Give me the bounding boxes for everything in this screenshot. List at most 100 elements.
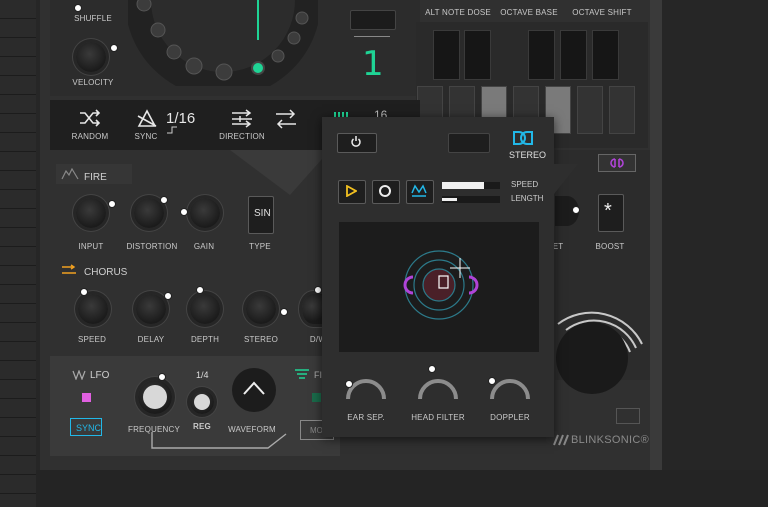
gain-label: GAIN bbox=[193, 242, 215, 251]
key[interactable] bbox=[433, 30, 460, 80]
panel-right-edge bbox=[650, 0, 662, 470]
step-display-button[interactable] bbox=[350, 10, 396, 30]
filter-label: FI bbox=[314, 370, 322, 380]
brand-name: BLINKSONIC® bbox=[571, 434, 650, 446]
lfo-wave-icon bbox=[72, 370, 86, 380]
chorus-speed-indicator bbox=[80, 288, 88, 296]
brand-logo-icon bbox=[553, 434, 569, 446]
direction-icon[interactable] bbox=[230, 108, 258, 128]
head-filter-knob[interactable] bbox=[414, 363, 462, 405]
key[interactable] bbox=[528, 30, 555, 80]
fire-type-value: SIN bbox=[254, 208, 271, 219]
length-slider-fill bbox=[442, 198, 457, 201]
step-value: 1 bbox=[362, 44, 384, 84]
distortion-indicator bbox=[160, 196, 168, 204]
doppler-label: DOPPLER bbox=[490, 413, 530, 422]
ring-step[interactable] bbox=[166, 44, 182, 60]
chorus-stereo-indicator bbox=[280, 308, 288, 316]
stereo-icon bbox=[513, 131, 533, 145]
sync-label: SYNC bbox=[134, 132, 158, 141]
doppler-knob[interactable] bbox=[486, 363, 534, 405]
key[interactable] bbox=[464, 30, 491, 80]
fire-icon bbox=[61, 168, 79, 180]
chorus-title: CHORUS bbox=[84, 267, 128, 278]
speed-label: SPEED bbox=[511, 180, 539, 189]
velocity-label: VELOCITY bbox=[72, 78, 114, 87]
chorus-delay-indicator bbox=[164, 292, 172, 300]
xy-pad-visual bbox=[403, 250, 479, 320]
velocity-knob[interactable] bbox=[76, 42, 106, 72]
rate-bracket-icon bbox=[167, 126, 177, 134]
big-output-knob[interactable] bbox=[538, 284, 650, 404]
fire-title: FIRE bbox=[84, 172, 107, 183]
gain-knob[interactable] bbox=[190, 198, 220, 228]
popup-preset-button[interactable] bbox=[448, 133, 490, 153]
direction-label: DIRECTION bbox=[219, 132, 265, 141]
ring-step[interactable] bbox=[287, 31, 301, 45]
chorus-depth-indicator bbox=[196, 286, 204, 294]
lfo-sync-label: SYNC bbox=[76, 423, 102, 433]
chorus-depth-label: DEPTH bbox=[190, 335, 220, 344]
ring-step[interactable] bbox=[185, 57, 203, 75]
chorus-stereo-knob[interactable] bbox=[246, 294, 276, 324]
chorus-depth-knob[interactable] bbox=[190, 294, 220, 324]
reg-knob-cap bbox=[194, 394, 210, 410]
direction-mode-icon[interactable] bbox=[274, 108, 298, 130]
random-icon[interactable] bbox=[78, 108, 102, 128]
popup-tail bbox=[554, 164, 578, 194]
lfo-bracket bbox=[151, 432, 287, 449]
circle-mode-icon bbox=[379, 185, 391, 197]
chorus-speed-label: SPEED bbox=[77, 335, 107, 344]
right-small-badge bbox=[616, 408, 640, 424]
key[interactable] bbox=[577, 86, 603, 134]
length-slider[interactable] bbox=[442, 196, 500, 203]
decor-triangle bbox=[230, 150, 330, 195]
sequencer-ring[interactable] bbox=[128, 0, 318, 86]
sync-icon[interactable] bbox=[136, 108, 158, 128]
crosshair-cursor bbox=[450, 258, 470, 278]
octave-shift-label: OCTAVE SHIFT bbox=[572, 8, 632, 17]
wave-mode-icon bbox=[411, 184, 427, 197]
ear-sep-label: EAR SEP. bbox=[347, 413, 385, 422]
shuffle-label: SHUFFLE bbox=[74, 14, 112, 23]
chorus-speed-knob[interactable] bbox=[78, 294, 108, 324]
key[interactable] bbox=[560, 30, 587, 80]
head-filter-label: HEAD FILTER bbox=[411, 413, 465, 422]
chorus-dw-knob[interactable] bbox=[302, 294, 324, 324]
key[interactable] bbox=[592, 30, 619, 80]
distortion-knob[interactable] bbox=[134, 198, 164, 228]
speed-slider-fill bbox=[442, 182, 484, 189]
chorus-delay-label: DELAY bbox=[137, 335, 165, 344]
key[interactable] bbox=[609, 86, 635, 134]
mod-label: MO bbox=[310, 426, 323, 435]
chorus-dw-indicator bbox=[314, 286, 322, 294]
filter-icon bbox=[295, 369, 309, 379]
chorus-delay-knob[interactable] bbox=[136, 294, 166, 324]
ring-step[interactable] bbox=[295, 11, 309, 25]
frequency-knob-cap bbox=[143, 385, 167, 409]
boost-label: BOOST bbox=[595, 242, 625, 251]
lfo-title: LFO bbox=[90, 370, 110, 381]
fire-input-label: INPUT bbox=[78, 242, 104, 251]
step-display-divider bbox=[354, 36, 390, 37]
chorus-icon bbox=[62, 264, 76, 274]
shuffle-indicator bbox=[74, 4, 82, 12]
fire-input-indicator bbox=[108, 200, 116, 208]
purple-link-icon bbox=[610, 158, 624, 168]
speed-slider[interactable] bbox=[442, 182, 500, 189]
fire-type-label: TYPE bbox=[249, 242, 271, 251]
ear-sep-knob[interactable] bbox=[342, 363, 390, 405]
ring-step[interactable] bbox=[271, 49, 285, 63]
ring-step-active[interactable] bbox=[251, 61, 265, 75]
ring-step[interactable] bbox=[136, 0, 152, 12]
rate-value[interactable]: 1/16 bbox=[166, 110, 195, 127]
filter-indicator bbox=[312, 393, 321, 402]
bottom-background bbox=[36, 470, 768, 507]
set-label: ET bbox=[552, 242, 564, 251]
reg-value: 1/4 bbox=[196, 370, 209, 380]
length-label: LENGTH bbox=[511, 194, 544, 203]
fire-input-knob[interactable] bbox=[76, 198, 106, 228]
ring-step[interactable] bbox=[215, 63, 233, 81]
stereo-title: STEREO bbox=[509, 150, 547, 160]
ring-step[interactable] bbox=[150, 22, 166, 38]
